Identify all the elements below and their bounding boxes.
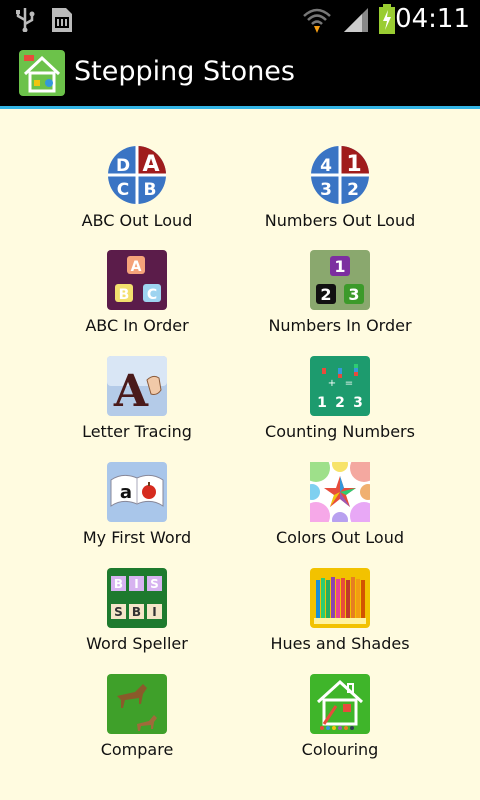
svg-text:4: 4: [320, 156, 332, 176]
svg-text:C: C: [117, 180, 129, 200]
svg-text:A: A: [142, 152, 159, 177]
menu-item-label: My First Word: [82, 528, 192, 547]
menu-item-hues-and-shades[interactable]: Hues and Shades: [225, 568, 455, 668]
hues-and-shades-icon: [310, 568, 370, 628]
menu-item-label: Colouring: [301, 740, 379, 759]
svg-text:A: A: [113, 366, 149, 416]
wifi-icon: [303, 8, 331, 33]
menu-item-compare[interactable]: Compare: [22, 674, 252, 774]
signal-icon: [344, 8, 368, 32]
menu-item-numbers-in-order[interactable]: 1 2 3 Numbers In Order: [225, 250, 455, 350]
menu-item-counting-numbers[interactable]: + = 1 2 3 Counting Numbers: [225, 356, 455, 456]
menu-item-label: Numbers In Order: [268, 316, 412, 335]
numbers-out-loud-icon: 4 1 3 2: [311, 146, 369, 204]
svg-text:I: I: [134, 577, 138, 591]
sd-card-icon: [52, 8, 72, 32]
svg-text:1: 1: [334, 257, 345, 276]
svg-text:=: =: [345, 378, 353, 389]
colouring-icon: [310, 674, 370, 734]
svg-text:3: 3: [320, 180, 332, 200]
menu-item-abc-out-loud[interactable]: D A C B ABC Out Loud: [22, 145, 252, 245]
svg-text:S: S: [114, 605, 123, 619]
status-time: 04:11: [395, 4, 470, 34]
svg-text:1: 1: [317, 395, 327, 411]
numbers-in-order-icon: 1 2 3: [310, 250, 370, 310]
svg-text:+: +: [328, 378, 336, 389]
menu-item-label: Compare: [100, 740, 174, 759]
svg-text:3: 3: [348, 285, 359, 304]
svg-text:B: B: [132, 605, 141, 619]
menu-item-letter-tracing[interactable]: A Letter Tracing: [22, 356, 252, 456]
menu-item-abc-in-order[interactable]: A B C ABC In Order: [22, 250, 252, 350]
app-title: Stepping Stones: [74, 56, 295, 87]
svg-text:B: B: [114, 577, 123, 591]
svg-text:2: 2: [335, 395, 345, 411]
menu-item-colors-out-loud[interactable]: Colors Out Loud: [225, 462, 455, 562]
svg-text:I: I: [152, 605, 156, 619]
svg-text:D: D: [116, 156, 130, 176]
status-bar: 04:11: [0, 0, 480, 38]
menu-item-my-first-word[interactable]: a My First Word: [22, 462, 252, 562]
menu-item-label: ABC In Order: [85, 316, 189, 335]
action-bar: Stepping Stones: [0, 38, 480, 106]
svg-text:2: 2: [347, 180, 359, 200]
my-first-word-icon: a: [107, 462, 167, 522]
svg-text:a: a: [120, 482, 132, 503]
menu-item-label: Numbers Out Loud: [264, 211, 416, 230]
counting-numbers-icon: + = 1 2 3: [310, 356, 370, 416]
menu-item-label: Word Speller: [86, 634, 188, 653]
usb-icon: [16, 8, 35, 32]
svg-text:1: 1: [346, 152, 361, 177]
menu-item-label: Counting Numbers: [265, 422, 415, 441]
menu-item-label: Letter Tracing: [82, 422, 192, 441]
svg-text:3: 3: [353, 395, 363, 411]
menu-item-label: Colors Out Loud: [275, 528, 404, 547]
compare-icon: [107, 674, 167, 734]
house-app-icon[interactable]: [19, 50, 65, 96]
abc-out-loud-icon: D A C B: [108, 146, 166, 204]
menu-item-label: ABC Out Loud: [81, 211, 193, 230]
letter-tracing-icon: A: [107, 356, 167, 416]
menu-item-numbers-out-loud[interactable]: 4 1 3 2 Numbers Out Loud: [225, 145, 455, 245]
svg-text:S: S: [150, 577, 159, 591]
svg-text:B: B: [144, 180, 157, 200]
menu-item-word-speller[interactable]: B I S S B I Word Speller: [22, 568, 252, 668]
menu-item-colouring[interactable]: Colouring: [225, 674, 455, 774]
svg-text:C: C: [147, 287, 157, 303]
battery-charging-icon: [379, 4, 395, 34]
svg-text:B: B: [119, 287, 130, 303]
svg-text:A: A: [131, 259, 142, 275]
svg-text:2: 2: [320, 285, 331, 304]
abc-in-order-icon: A B C: [107, 250, 167, 310]
colors-out-loud-icon: [310, 462, 370, 522]
menu-item-label: Hues and Shades: [270, 634, 410, 653]
word-speller-icon: B I S S B I: [107, 568, 167, 628]
menu-grid: D A C B ABC Out Loud 4 1 3 2 Numbers Out…: [0, 109, 480, 800]
